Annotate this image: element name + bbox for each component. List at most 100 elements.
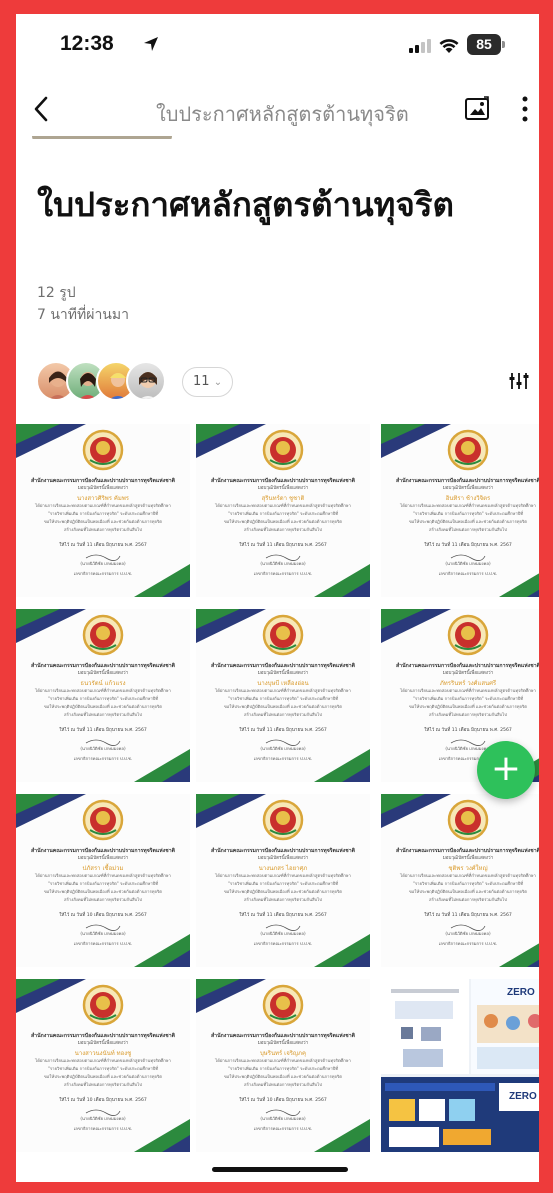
cover-photo-edge	[32, 136, 172, 144]
set-cover-photo-icon[interactable]	[464, 96, 490, 122]
certificate-body-line: ได้ผ่านการเรียนและทดสอบตามเกณฑ์ที่กำหนดข…	[400, 503, 536, 508]
certificate-body-line: สร้างสังคมที่ไม่ทนต่อการทุจริตร่วมกันสืบ…	[244, 897, 322, 902]
certificate-subtitle: มอบวุฒิบัตรนี้เพื่อแสดงว่า	[442, 671, 494, 676]
photo-thumbnail[interactable]: สำนักงานคณะกรรมการป้องกันและปราบปรามการท…	[381, 424, 539, 597]
certificate-image: สำนักงานคณะกรรมการป้องกันและปราบปรามการท…	[381, 794, 539, 967]
certificate-body-line: "รายวิชาเพิ่มเติม การป้องกันการทุจริต" ร…	[227, 511, 339, 516]
certificate-body-line: สร้างสังคมที่ไม่ทนต่อการทุจริตร่วมกันสืบ…	[429, 527, 507, 532]
battery-nub	[502, 41, 505, 48]
certificate-image: สำนักงานคณะกรรมการป้องกันและปราบปรามการท…	[16, 609, 190, 782]
certificate-body-line: สร้างสังคมที่ไม่ทนต่อการทุจริตร่วมกันสืบ…	[64, 527, 142, 532]
certificate-body-line: ขอให้ประพฤติปฏิบัติตนเป็นพลเมืองที่ และช…	[409, 889, 527, 894]
certificate-header: สำนักงานคณะกรรมการป้องกันและปราบปรามการท…	[396, 848, 539, 854]
certificate-body-line: สร้างสังคมที่ไม่ทนต่อการทุจริตร่วมกันสืบ…	[429, 712, 507, 717]
certificate-signer: (นายนิวัติชัย เกษมมงคล)	[80, 746, 126, 751]
certificate-body-line: สร้างสังคมที่ไม่ทนต่อการทุจริตร่วมกันสืบ…	[429, 897, 507, 902]
certificate-body-line: ได้ผ่านการเรียนและทดสอบตามเกณฑ์ที่กำหนดข…	[35, 1058, 171, 1063]
certificate-header: สำนักงานคณะกรรมการป้องกันและปราบปรามการท…	[396, 478, 539, 484]
certificate-body-line: ขอให้ประพฤติปฏิบัติตนเป็นพลเมืองที่ และช…	[44, 704, 162, 709]
certificate-date: ให้ไว้ ณ วันที่ 11 เดือน มิถุนายน พ.ศ. 2…	[424, 728, 512, 733]
certificate-subtitle: มอบวุฒิบัตรนี้เพื่อแสดงว่า	[77, 1041, 129, 1046]
certificate-body-line: ได้ผ่านการเรียนและทดสอบตามเกณฑ์ที่กำหนดข…	[35, 688, 171, 693]
certificate-body-line: สร้างสังคมที่ไม่ทนต่อการทุจริตร่วมกันสืบ…	[244, 1082, 322, 1087]
photo-thumbnail[interactable]: สำนักงานคณะกรรมการป้องกันและปราบปรามการท…	[196, 794, 370, 967]
certificate-org: เลขาธิการคณะกรรมการ ป.ป.ช.	[253, 756, 313, 761]
more-options-icon[interactable]	[521, 94, 529, 124]
certificate-header: สำนักงานคณะกรรมการป้องกันและปราบปรามการท…	[31, 663, 175, 669]
certificate-org: เลขาธิการคณะกรรมการ ป.ป.ช.	[253, 571, 313, 576]
certificate-body-line: สร้างสังคมที่ไม่ทนต่อการทุจริตร่วมกันสืบ…	[244, 712, 322, 717]
photo-thumbnail[interactable]: ZERO ZERO	[381, 979, 539, 1152]
certificate-body-line: "รายวิชาเพิ่มเติม การป้องกันการทุจริต" ร…	[47, 511, 159, 516]
certificate-body-line: สร้างสังคมที่ไม่ทนต่อการทุจริตร่วมกันสืบ…	[64, 897, 142, 902]
certificate-header: สำนักงานคณะกรรมการป้องกันและปราบปรามการท…	[211, 1033, 355, 1039]
certificate-image: สำนักงานคณะกรรมการป้องกันและปราบปรามการท…	[381, 424, 539, 597]
nav-title: ใบประกาศหลักสูตรต้านทุจริต	[156, 102, 409, 126]
certificate-subtitle: มอบวุฒิบัตรนี้เพื่อแสดงว่า	[442, 486, 494, 491]
certificate-body-line: สร้างสังคมที่ไม่ทนต่อการทุจริตร่วมกันสืบ…	[64, 1082, 142, 1087]
photo-thumbnail[interactable]: สำนักงานคณะกรรมการป้องกันและปราบปรามการท…	[16, 979, 190, 1152]
certificate-body-line: "รายวิชาเพิ่มเติม การป้องกันการทุจริต" ร…	[227, 1066, 339, 1071]
certificate-header: สำนักงานคณะกรรมการป้องกันและปราบปรามการท…	[211, 478, 355, 484]
certificate-signer: (นายนิวัติชัย เกษมมงคล)	[445, 931, 491, 936]
certificate-signer: (นายนิวัติชัย เกษมมงคล)	[80, 1116, 126, 1121]
certificate-header: สำนักงานคณะกรรมการป้องกันและปราบปรามการท…	[31, 478, 175, 484]
photo-thumbnail[interactable]: สำนักงานคณะกรรมการป้องกันและปราบปรามการท…	[196, 609, 370, 782]
certificate-body-line: ขอให้ประพฤติปฏิบัติตนเป็นพลเมืองที่ และช…	[224, 1074, 342, 1079]
certificate-header: สำนักงานคณะกรรมการป้องกันและปราบปรามการท…	[396, 663, 539, 669]
member-count-label: 11	[193, 374, 210, 389]
battery-indicator: 85	[467, 34, 505, 55]
certificate-date: ให้ไว้ ณ วันที่ 10 เดือน มิถุนายน พ.ศ. 2…	[239, 1098, 327, 1103]
certificate-subtitle: มอบวุฒิบัตรนี้เพื่อแสดงว่า	[442, 856, 494, 861]
certificate-image: สำนักงานคณะกรรมการป้องกันและปราบปรามการท…	[196, 609, 370, 782]
certificate-body-line: ได้ผ่านการเรียนและทดสอบตามเกณฑ์ที่กำหนดข…	[35, 503, 171, 508]
certificate-image: สำนักงานคณะกรรมการป้องกันและปราบปรามการท…	[16, 424, 190, 597]
photo-thumbnail[interactable]: สำนักงานคณะกรรมการป้องกันและปราบปรามการท…	[196, 424, 370, 597]
certificate-body-line: ขอให้ประพฤติปฏิบัติตนเป็นพลเมืองที่ และช…	[409, 519, 527, 524]
certificate-signer: (นายนิวัติชัย เกษมมงคล)	[260, 931, 306, 936]
member-avatars[interactable]: 11 ⌄	[36, 361, 256, 405]
certificate-body-line: "รายวิชาเพิ่มเติม การป้องกันการทุจริต" ร…	[412, 881, 524, 886]
plus-icon: +	[490, 748, 522, 789]
collage-image: ZERO ZERO	[381, 979, 539, 1152]
certificate-date: ให้ไว้ ณ วันที่ 11 เดือน มิถุนายน พ.ศ. 2…	[59, 543, 147, 548]
certificate-header: สำนักงานคณะกรรมการป้องกันและปราบปรามการท…	[211, 848, 355, 854]
certificate-signer: (นายนิวัติชัย เกษมมงคล)	[260, 561, 306, 566]
certificate-body-line: ขอให้ประพฤติปฏิบัติตนเป็นพลเมืองที่ และช…	[224, 704, 342, 709]
certificate-body-line: "รายวิชาเพิ่มเติม การป้องกันการทุจริต" ร…	[412, 696, 524, 701]
add-photo-button[interactable]: +	[477, 741, 535, 799]
photo-thumbnail[interactable]: สำนักงานคณะกรรมการป้องกันและปราบปรามการท…	[196, 979, 370, 1152]
certificate-header: สำนักงานคณะกรรมการป้องกันและปราบปรามการท…	[31, 848, 175, 854]
certificate-subtitle: มอบวุฒิบัตรนี้เพื่อแสดงว่า	[257, 486, 309, 491]
photo-thumbnail[interactable]: สำนักงานคณะกรรมการป้องกันและปราบปรามการท…	[381, 794, 539, 967]
photo-thumbnail[interactable]: สำนักงานคณะกรรมการป้องกันและปราบปรามการท…	[16, 424, 190, 597]
certificate-org: เลขาธิการคณะกรรมการ ป.ป.ช.	[73, 571, 133, 576]
photo-thumbnail[interactable]: สำนักงานคณะกรรมการป้องกันและปราบปรามการท…	[16, 794, 190, 967]
certificate-org: เลขาธิการคณะกรรมการ ป.ป.ช.	[438, 571, 498, 576]
zero-badge: ZERO	[509, 1091, 537, 1102]
certificate-date: ให้ไว้ ณ วันที่ 11 เดือน มิถุนายน พ.ศ. 2…	[424, 913, 512, 918]
certificate-body-line: ได้ผ่านการเรียนและทดสอบตามเกณฑ์ที่กำหนดข…	[215, 503, 351, 508]
filter-sliders-icon[interactable]	[508, 370, 530, 392]
certificate-body-line: ได้ผ่านการเรียนและทดสอบตามเกณฑ์ที่กำหนดข…	[35, 873, 171, 878]
certificate-body-line: ได้ผ่านการเรียนและทดสอบตามเกณฑ์ที่กำหนดข…	[215, 873, 351, 878]
back-chevron-icon[interactable]	[28, 92, 56, 126]
collage-graphic	[381, 979, 539, 1152]
certificate-signer: (นายนิวัติชัย เกษมมงคล)	[445, 561, 491, 566]
certificate-signer: (นายนิวัติชัย เกษมมงคล)	[80, 931, 126, 936]
certificate-date: ให้ไว้ ณ วันที่ 11 เดือน มิถุนายน พ.ศ. 2…	[59, 728, 147, 733]
certificate-body-line: ขอให้ประพฤติปฏิบัติตนเป็นพลเมืองที่ และช…	[44, 889, 162, 894]
certificate-header: สำนักงานคณะกรรมการป้องกันและปราบปรามการท…	[31, 1033, 175, 1039]
certificate-date: ให้ไว้ ณ วันที่ 11 เดือน มิถุนายน พ.ศ. 2…	[239, 913, 327, 918]
certificate-body-line: ขอให้ประพฤติปฏิบัติตนเป็นพลเมืองที่ และช…	[409, 704, 527, 709]
photo-thumbnail[interactable]: สำนักงานคณะกรรมการป้องกันและปราบปรามการท…	[16, 609, 190, 782]
member-count-button[interactable]: 11 ⌄	[182, 367, 234, 397]
certificate-body-line: "รายวิชาเพิ่มเติม การป้องกันการทุจริต" ร…	[47, 881, 159, 886]
certificate-date: ให้ไว้ ณ วันที่ 11 เดือน มิถุนายน พ.ศ. 2…	[239, 543, 327, 548]
home-indicator	[212, 1167, 348, 1172]
certificate-org: เลขาธิการคณะกรรมการ ป.ป.ช.	[73, 941, 133, 946]
certificate-date: ให้ไว้ ณ วันที่ 11 เดือน มิถุนายน พ.ศ. 2…	[424, 543, 512, 548]
certificate-body-line: ขอให้ประพฤติปฏิบัติตนเป็นพลเมืองที่ และช…	[44, 1074, 162, 1079]
certificate-org: เลขาธิการคณะกรรมการ ป.ป.ช.	[73, 756, 133, 761]
nav-bar: ใบประกาศหลักสูตรต้านทุจริต	[16, 84, 539, 136]
